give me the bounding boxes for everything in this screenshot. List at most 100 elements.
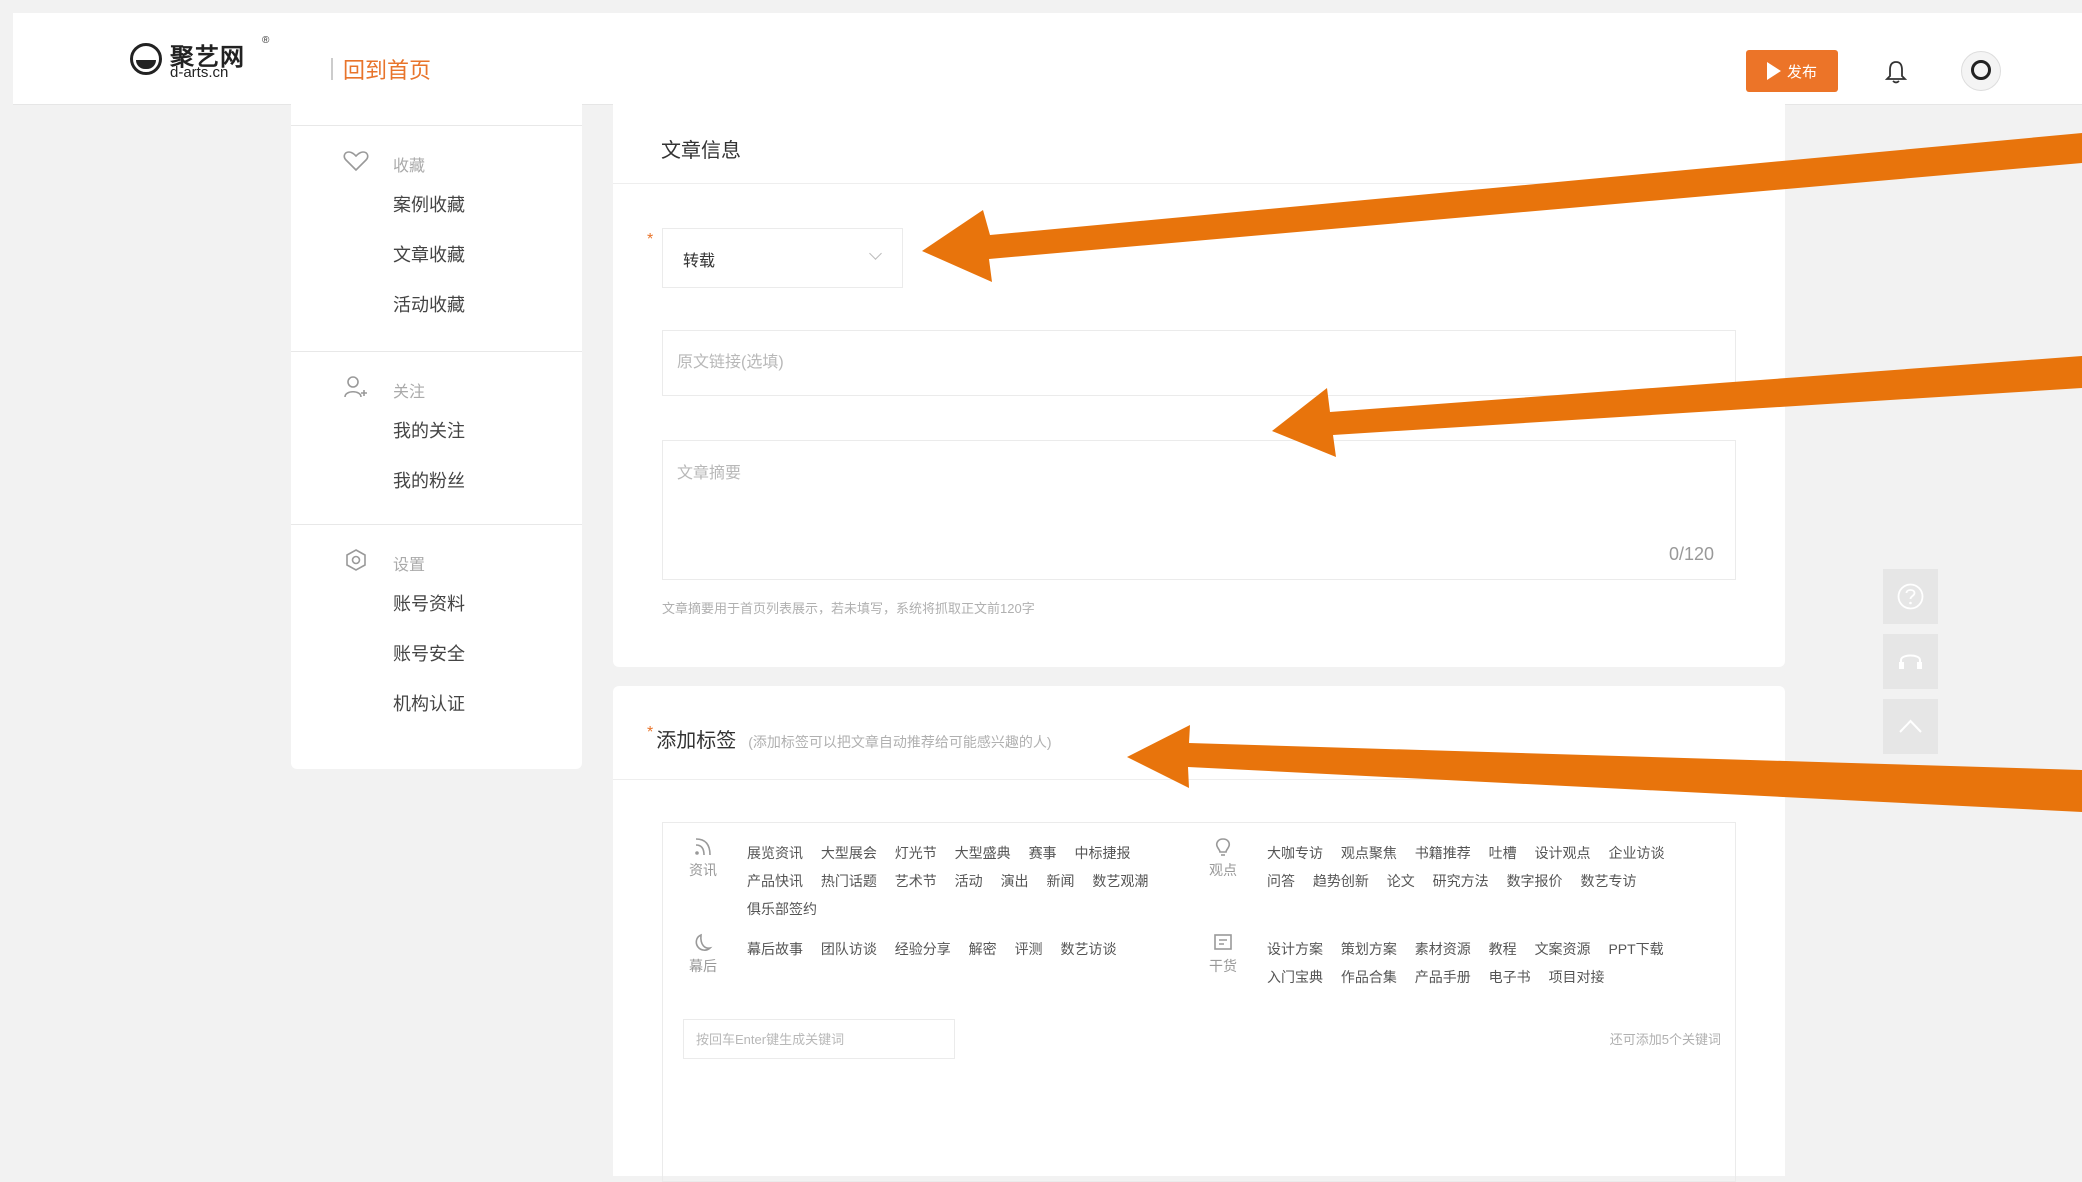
tag-chip[interactable]: 教程 [1489, 941, 1517, 957]
user-add-icon [344, 376, 367, 398]
tags-header: * 添加标签 (添加标签可以把文章自动推荐给可能感兴趣的人) [647, 724, 1052, 753]
sidebar-group-favorites: 收藏 案例收藏 文章收藏 活动收藏 [291, 126, 582, 352]
tag-chip[interactable]: 大型盛典 [955, 845, 1011, 861]
main-content: 文章信息 * 转载 0/120 文章摘要用于首页列表展示，若未填写，系统将抓取正… [613, 104, 1785, 1182]
play-icon [1766, 62, 1781, 80]
tag-chip[interactable]: 策划方案 [1341, 941, 1397, 957]
sidebar-item-account-security[interactable]: 账号安全 [291, 641, 582, 691]
user-center-sidebar: 收藏 案例收藏 文章收藏 活动收藏 关注 我的关注 我的粉丝 设置 账号资料 账… [291, 104, 582, 769]
tag-chip[interactable]: 解密 [969, 941, 997, 957]
tag-chip[interactable]: PPT下载 [1608, 941, 1663, 957]
tag-chip[interactable]: 素材资源 [1415, 941, 1471, 957]
tag-chip[interactable]: 大型展会 [821, 845, 877, 861]
tag-chip[interactable]: 中标捷报 [1074, 845, 1130, 861]
tag-chip[interactable]: 文案资源 [1535, 941, 1591, 957]
required-mark: * [647, 724, 654, 741]
sidebar-item-my-following[interactable]: 我的关注 [291, 418, 582, 468]
tag-chip[interactable]: 研究方法 [1433, 873, 1489, 889]
sidebar-item-event-favorites[interactable]: 活动收藏 [291, 292, 582, 342]
back-home-link[interactable]: 回到首页 [343, 53, 431, 85]
tag-chip[interactable]: 演出 [1001, 873, 1029, 889]
tag-list-behind-scenes: 幕后故事 团队访谈 经验分享 解密 评测 数艺访谈 [747, 935, 1187, 963]
tag-chip[interactable]: 企业访谈 [1608, 845, 1664, 861]
headset-icon [1899, 654, 1922, 669]
logo-domain: d-arts.cn [170, 64, 229, 81]
tag-chip[interactable]: 产品快讯 [747, 873, 803, 889]
help-button[interactable] [1883, 569, 1938, 624]
tag-chip[interactable]: 大咖专访 [1267, 845, 1323, 861]
tag-category-label: 干货 [1203, 933, 1243, 976]
tag-chip[interactable]: 艺术节 [895, 873, 937, 889]
tag-chip[interactable]: 入门宝典 [1267, 969, 1323, 985]
tag-chip[interactable]: 团队访谈 [821, 941, 877, 957]
tag-chip[interactable]: 赛事 [1029, 845, 1057, 861]
tag-category-label: 资讯 [683, 837, 723, 880]
article-type-value: 转载 [683, 253, 716, 270]
gear-icon [346, 549, 366, 571]
category-name: 幕后 [689, 958, 717, 974]
keyword-input[interactable] [683, 1019, 955, 1059]
source-url-input[interactable] [662, 330, 1736, 396]
publish-label: 发布 [1786, 63, 1817, 81]
tag-list-opinion: 大咖专访 观点聚焦 书籍推荐 吐槽 设计观点 企业访谈 问答 趋势创新 论文 研… [1267, 839, 1707, 895]
sidebar-item-org-verification[interactable]: 机构认证 [291, 691, 582, 741]
tag-chip[interactable]: 设计观点 [1535, 845, 1591, 861]
tag-chip[interactable]: 书籍推荐 [1415, 845, 1471, 861]
tag-chip[interactable]: 产品手册 [1415, 969, 1471, 985]
header-divider [331, 58, 333, 80]
tag-category-label: 观点 [1203, 837, 1243, 880]
tag-chip[interactable]: 设计方案 [1267, 941, 1323, 957]
chevron-up-icon [1899, 719, 1922, 733]
bell-icon[interactable] [1885, 59, 1907, 85]
tag-chip[interactable]: 俱乐部签约 [747, 901, 817, 917]
tag-chip[interactable]: 数艺观潮 [1092, 873, 1148, 889]
back-to-top-button[interactable] [1883, 699, 1938, 754]
tag-chip[interactable]: 数艺访谈 [1060, 941, 1116, 957]
article-summary-textarea[interactable] [662, 440, 1736, 580]
tag-chip[interactable]: 数艺专访 [1580, 873, 1636, 889]
tag-chip[interactable]: 数字报价 [1507, 873, 1563, 889]
divider [613, 779, 1785, 780]
floating-toolbar [1883, 569, 1938, 764]
category-name: 资讯 [689, 862, 717, 878]
sidebar-group-header: 关注 [291, 352, 582, 418]
sidebar-item-my-fans[interactable]: 我的粉丝 [291, 468, 582, 518]
tag-chip[interactable]: 项目对接 [1549, 969, 1605, 985]
tag-chip[interactable]: 评测 [1015, 941, 1043, 957]
tag-chip[interactable]: 观点聚焦 [1341, 845, 1397, 861]
tag-chip[interactable]: 作品合集 [1341, 969, 1397, 985]
notes-icon [1214, 934, 1232, 950]
tags-subtitle: (添加标签可以把文章自动推荐给可能感兴趣的人) [748, 734, 1052, 750]
sidebar-item-case-favorites[interactable]: 案例收藏 [291, 192, 582, 242]
publish-button[interactable]: 发布 [1746, 50, 1838, 92]
tag-chip[interactable]: 吐槽 [1489, 845, 1517, 861]
user-avatar[interactable] [1961, 51, 2001, 91]
sidebar-item-article-favorites[interactable]: 文章收藏 [291, 242, 582, 292]
article-type-select[interactable]: 转载 [662, 228, 903, 288]
tag-chip[interactable]: 经验分享 [895, 941, 951, 957]
tag-chip[interactable]: 幕后故事 [747, 941, 803, 957]
question-icon [1897, 583, 1924, 610]
divider [613, 183, 1785, 184]
lightbulb-icon [1215, 838, 1231, 856]
tag-chip[interactable]: 展览资讯 [747, 845, 803, 861]
tag-picker: 资讯 展览资讯 大型展会 灯光节 大型盛典 赛事 中标捷报 产品快讯 热门话题 … [662, 822, 1736, 1182]
customer-service-button[interactable] [1883, 634, 1938, 689]
heart-icon [343, 151, 369, 172]
tags-title: 添加标签 [656, 730, 737, 752]
tag-chip[interactable]: 新闻 [1046, 873, 1074, 889]
sidebar-item-account-profile[interactable]: 账号资料 [291, 591, 582, 641]
sidebar-group-title: 收藏 [393, 158, 426, 175]
chevron-down-icon [869, 247, 882, 260]
tag-chip[interactable]: 趋势创新 [1313, 873, 1369, 889]
tag-chip[interactable]: 问答 [1267, 873, 1295, 889]
tag-chip[interactable]: 电子书 [1489, 969, 1531, 985]
tag-chip[interactable]: 热门话题 [821, 873, 877, 889]
tag-chip[interactable]: 灯光节 [895, 845, 937, 861]
sidebar-group-title: 设置 [393, 557, 426, 574]
sidebar-group-title: 关注 [393, 384, 426, 401]
keyword-remaining-count: 还可添加5个关键词 [1609, 1032, 1721, 1047]
tag-chip[interactable]: 活动 [955, 873, 983, 889]
site-logo[interactable]: 聚艺网 d-arts.cn ® [116, 33, 276, 85]
tag-chip[interactable]: 论文 [1387, 873, 1415, 889]
